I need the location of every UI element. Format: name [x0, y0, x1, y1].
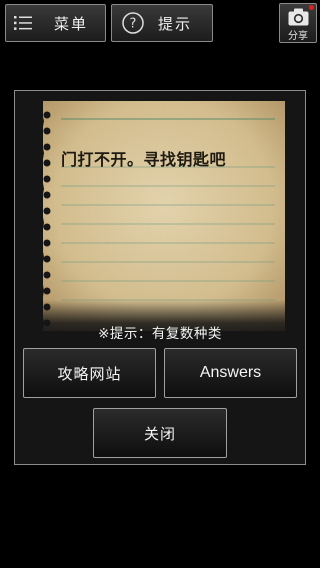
note-paper: 门打不开。寻找钥匙吧 [37, 101, 289, 331]
note-text: 门打不开。寻找钥匙吧 [61, 150, 227, 169]
notification-dot [309, 5, 314, 10]
top-toolbar: 菜单 ? 提示 分享 [0, 0, 320, 48]
question-circle-icon: ? [122, 12, 144, 34]
answers-button[interactable]: Answers [164, 348, 297, 398]
hint-text: ※提示：有复数种类 [98, 326, 222, 342]
camera-icon [288, 8, 309, 26]
list-icon [14, 16, 32, 30]
svg-text:?: ? [130, 17, 137, 32]
hint-button[interactable]: ? 提示 [111, 4, 213, 42]
hint-label: 提示 [158, 14, 193, 33]
guide-site-button[interactable]: 攻略网站 [23, 348, 156, 398]
share-label: 分享 [288, 31, 308, 42]
menu-button[interactable]: 菜单 [5, 4, 106, 42]
share-button[interactable]: 分享 [279, 3, 317, 43]
close-button[interactable]: 关闭 [93, 408, 227, 458]
paper-background [37, 101, 285, 331]
menu-label: 菜单 [54, 14, 89, 33]
